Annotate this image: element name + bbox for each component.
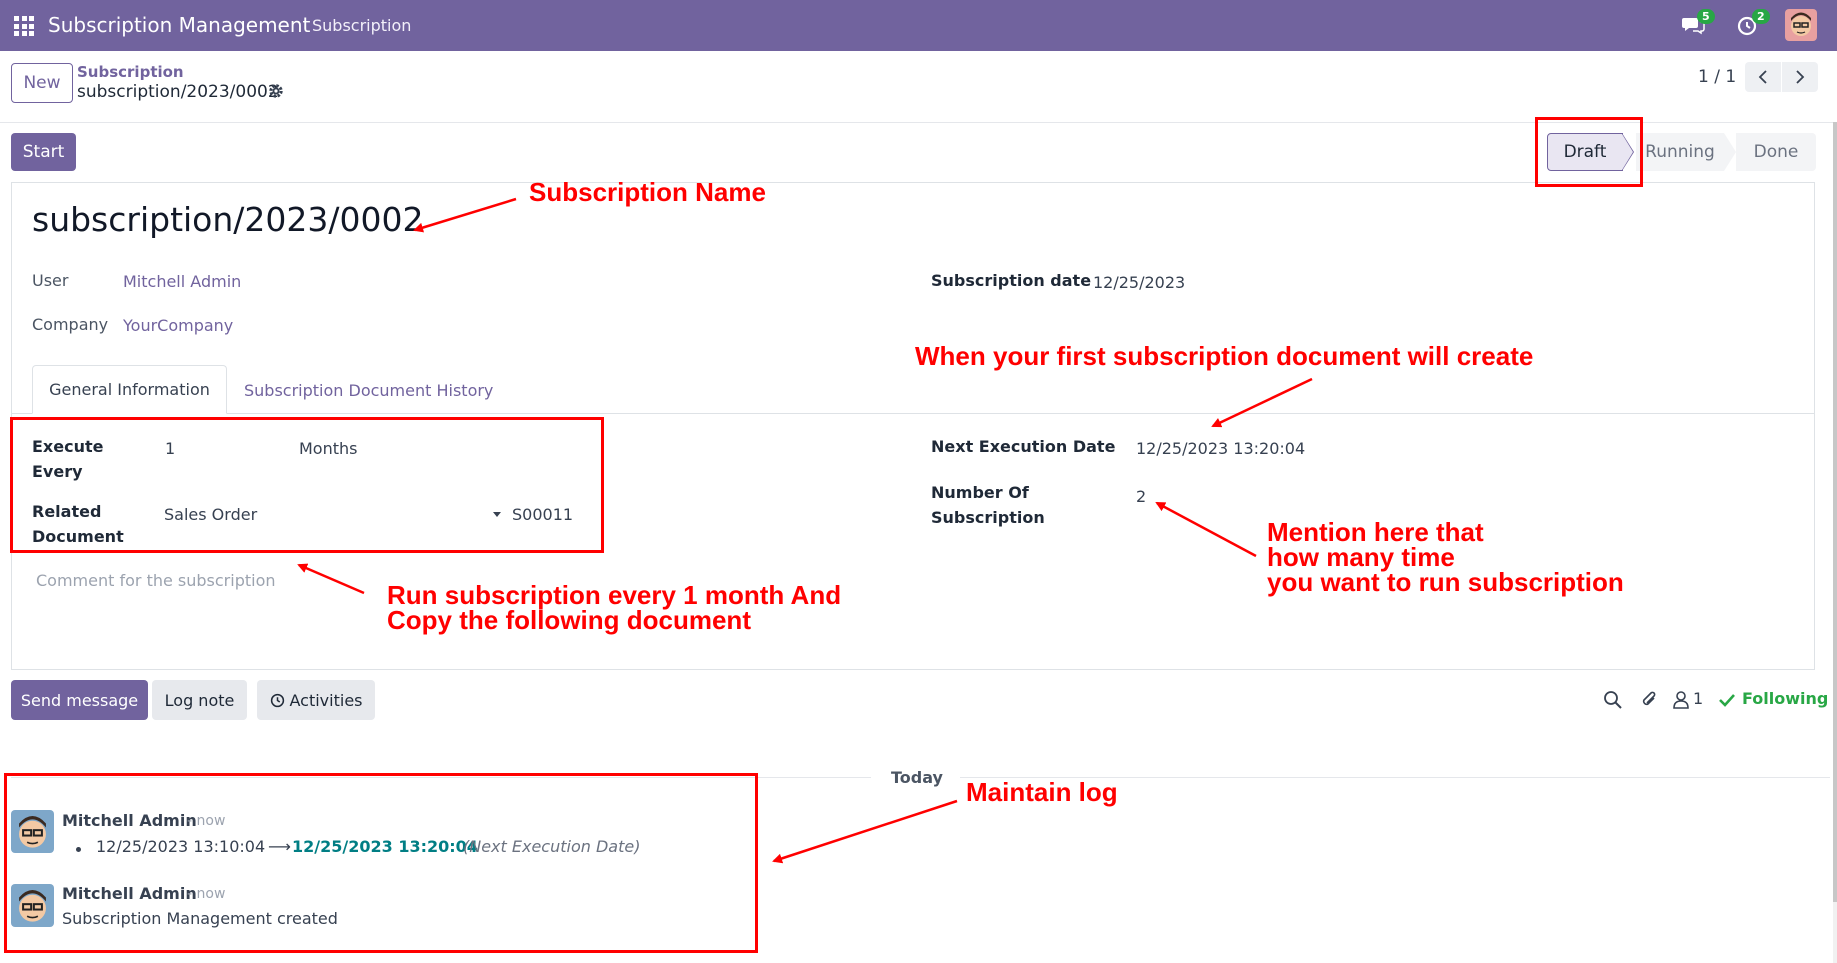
start-button[interactable]: Start <box>11 133 76 171</box>
annotation-box-general <box>10 417 604 553</box>
following-button[interactable]: Following <box>1742 689 1828 708</box>
search-icon[interactable] <box>1603 690 1623 710</box>
annotation-arrow <box>772 799 958 864</box>
annotation-box-log <box>4 773 758 953</box>
company-label: Company <box>32 315 109 334</box>
annotation-first-doc: When your first subscription document wi… <box>915 341 1534 371</box>
top-navbar: Subscription Management Subscription 5 2 <box>0 0 1837 51</box>
activities-button[interactable]: Activities <box>257 680 375 720</box>
chat-badge: 5 <box>1697 9 1715 24</box>
clock-icon <box>270 693 284 707</box>
annotation-maintain-log: Maintain log <box>966 777 1118 807</box>
tab-general-information[interactable]: General Information <box>32 365 227 414</box>
next-execution-date-field[interactable]: 12/25/2023 13:20:04 <box>1136 439 1305 458</box>
activity-badge: 2 <box>1752 9 1770 24</box>
comment-field[interactable]: Comment for the subscription <box>36 571 276 590</box>
breadcrumb-parent[interactable]: Subscription <box>77 63 184 81</box>
chevron-right-icon <box>1796 70 1805 84</box>
send-message-button[interactable]: Send message <box>11 680 148 720</box>
pager-prev-button[interactable] <box>1745 62 1781 92</box>
chat-icon[interactable]: 5 <box>1681 9 1715 39</box>
user-avatar[interactable] <box>1785 9 1817 41</box>
paperclip-icon[interactable] <box>1640 690 1660 710</box>
tab-subscription-document-history[interactable]: Subscription Document History <box>244 381 493 400</box>
number-of-subscription-label-2: Subscription <box>931 508 1045 527</box>
activity-clock-icon[interactable]: 2 <box>1736 9 1770 39</box>
annotation-run-every-2: Copy the following document <box>387 605 751 635</box>
pager-value[interactable]: 1 / 1 <box>1698 67 1736 87</box>
chevron-left-icon <box>1758 70 1767 84</box>
record-title[interactable]: subscription/2023/0002 <box>32 200 424 239</box>
gear-icon[interactable] <box>268 83 284 99</box>
annotation-subscription-name: Subscription Name <box>529 177 766 207</box>
annotation-mention-3: you want to run subscription <box>1267 567 1624 597</box>
company-field[interactable]: YourCompany <box>123 316 233 335</box>
apps-grid-icon[interactable] <box>14 16 34 36</box>
subscription-date-label: Subscription date <box>931 271 1092 290</box>
user-field[interactable]: Mitchell Admin <box>123 272 241 291</box>
stage-running-arrow <box>1724 133 1736 171</box>
annotation-box-draft <box>1535 117 1643 187</box>
tab-divider <box>11 413 1815 414</box>
scrollbar-thumb[interactable] <box>1833 122 1837 902</box>
activities-label: Activities <box>289 690 363 710</box>
number-of-subscription-label-1: Number Of <box>931 483 1029 502</box>
breadcrumb-current: subscription/2023/0002 <box>77 82 279 102</box>
app-title[interactable]: Subscription Management <box>48 13 310 37</box>
log-note-button[interactable]: Log note <box>152 680 247 720</box>
new-button[interactable]: New <box>11 63 73 103</box>
menu-subscription[interactable]: Subscription <box>312 16 411 35</box>
stage-running[interactable]: Running <box>1636 133 1724 171</box>
user-label: User <box>32 271 69 290</box>
check-icon <box>1718 692 1738 712</box>
date-separator: Today <box>891 768 943 787</box>
stage-done[interactable]: Done <box>1736 133 1816 171</box>
followers-count[interactable]: 1 <box>1693 689 1703 708</box>
subscription-date-field[interactable]: 12/25/2023 <box>1093 273 1185 292</box>
next-execution-date-label: Next Execution Date <box>931 437 1116 456</box>
pager-next-button[interactable] <box>1782 62 1818 92</box>
number-of-subscription-field[interactable]: 2 <box>1136 487 1146 506</box>
followers-icon[interactable] <box>1672 690 1692 710</box>
